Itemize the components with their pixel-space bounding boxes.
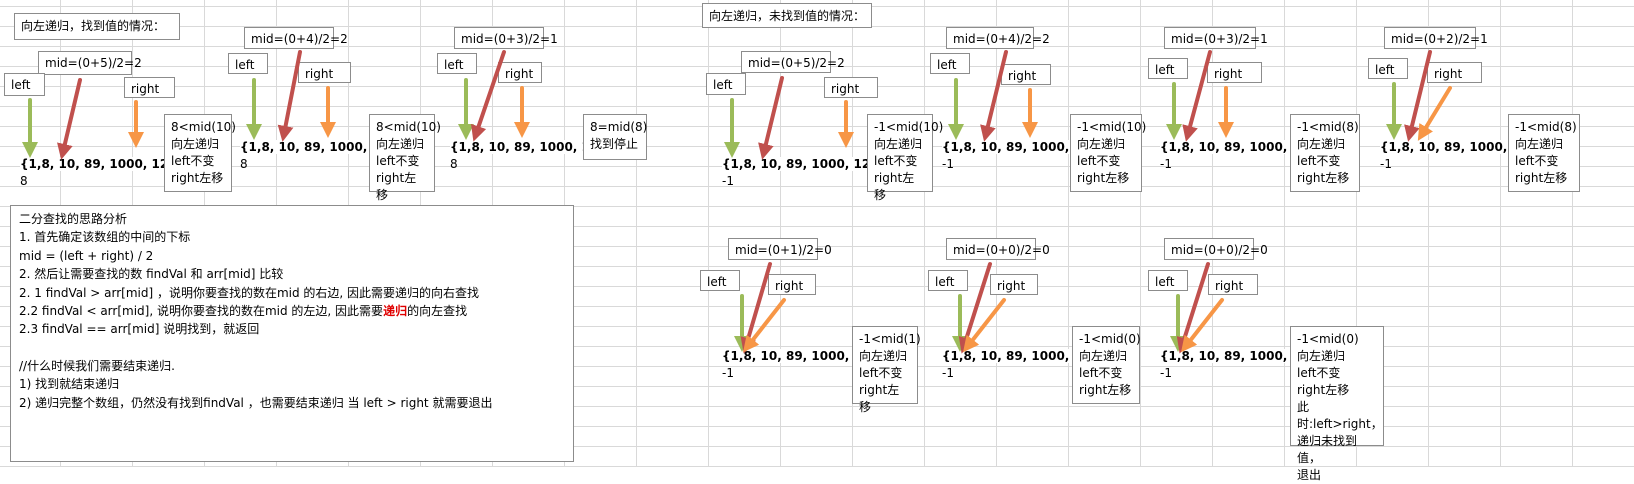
section-title-found: 向左递归，找到值的情况：	[14, 13, 180, 40]
analysis-line: 1) 找到就结束递归	[19, 377, 120, 392]
section-title-notfound: 向左递归，未找到值的情况：	[702, 3, 872, 28]
right-label: right	[824, 77, 878, 98]
right-label: right	[124, 77, 175, 98]
mid-label: mid=(0+5)/2=2	[38, 51, 142, 75]
step-note: -1<mid(0) 向左递归 left不变 right左移	[1072, 326, 1141, 404]
mid-label: mid=(0+2)/2=1	[1384, 27, 1488, 49]
left-label: left	[437, 53, 477, 74]
analysis-line: 2. 1 findVal > arr[mid] ，说明你要查找的数在mid 的右…	[19, 285, 480, 300]
mid-label: mid=(0+3)/2=1	[454, 27, 558, 49]
step-note: -1<mid(8) 向左递归 left不变 right左移	[1290, 114, 1360, 192]
analysis-line-2-2-a: 2.2 findVal < arr[mid], 说明你要查找的数在mid 的左边…	[19, 304, 384, 319]
step-note: -1<mid(1) 向左递归 left不变 right左移	[852, 326, 921, 414]
left-label: left	[1368, 58, 1408, 79]
mid-label: mid=(0+3)/2=1	[1164, 27, 1268, 49]
binary-search-analysis: 二分查找的思路分析 1. 首先确定该数组的中间的下标 mid = (left +…	[10, 205, 574, 462]
right-label: right	[990, 274, 1038, 295]
left-label: left	[928, 270, 968, 291]
analysis-line: 二分查找的思路分析	[19, 212, 128, 226]
analysis-highlight-recursion: 递归	[383, 304, 408, 319]
mid-label: mid=(0+0)/2=0	[946, 238, 1050, 260]
right-label: right	[768, 274, 816, 295]
mid-label: mid=(0+1)/2=0	[728, 238, 832, 260]
analysis-line: 1. 首先确定该数组的中间的下标	[19, 230, 191, 245]
mid-label: mid=(0+0)/2=0	[1164, 238, 1268, 260]
analysis-line: 2.3 findVal == arr[mid] 说明找到，就返回	[19, 322, 260, 337]
right-label: right	[498, 62, 542, 83]
analysis-line: //什么时候我们需要结束递归.	[19, 358, 175, 373]
analysis-line-2-2-b: 的向左查找	[407, 304, 468, 319]
left-label: left	[700, 270, 740, 291]
step-note: -1<mid(10) 向左递归 left不变 right左移	[1070, 114, 1146, 192]
step-note: -1<mid(8) 向左递归 left不变 right左移	[1508, 114, 1580, 192]
find-value: -1	[722, 366, 734, 380]
left-label: left	[1148, 270, 1188, 291]
find-value: -1	[1380, 157, 1392, 171]
mid-label: mid=(0+4)/2=2	[946, 27, 1050, 49]
step-note: 8<mid(10) 向左递归 left不变 right左移	[164, 114, 236, 192]
left-label: left	[4, 73, 45, 96]
step-note: -1<mid(10) 向左递归 left不变 right左移	[867, 114, 943, 202]
analysis-line: 2) 递归完整个数组，仍然没有找到findVal ，也需要结束递归 当 left…	[19, 395, 493, 410]
mid-label: mid=(0+4)/2=2	[244, 27, 348, 49]
step-note: -1<mid(0) 向左递归 left不变 right左移 此时:left>ri…	[1290, 326, 1384, 482]
right-label: right	[1208, 274, 1258, 295]
clipped-top-text: 3 4	[2, 0, 20, 3]
step-note: 8<mid(10) 向左递归 left不变 right左移	[369, 114, 441, 202]
find-value: -1	[942, 157, 954, 171]
analysis-line	[19, 339, 565, 357]
analysis-line: 2. 然后让需要查找的数 findVal 和 arr[mid] 比较	[19, 267, 284, 282]
left-label: left	[930, 53, 970, 74]
find-value: 8	[240, 157, 248, 171]
left-label: left	[1148, 58, 1188, 79]
find-value: 8	[20, 174, 28, 188]
find-value: -1	[722, 174, 734, 188]
find-value: -1	[1160, 157, 1172, 171]
left-label: left	[706, 73, 746, 95]
left-label: left	[228, 53, 268, 74]
find-value: 8	[450, 157, 458, 171]
right-label: right	[1207, 62, 1262, 83]
mid-label: mid=(0+5)/2=2	[741, 51, 845, 73]
find-value: -1	[1160, 366, 1172, 380]
right-label: right	[1427, 62, 1482, 83]
right-label: right	[298, 62, 351, 83]
step-note: 8=mid(8) 找到停止	[583, 114, 647, 160]
right-label: right	[1001, 64, 1051, 85]
analysis-line-2-2: 2.2 findVal < arr[mid], 说明你要查找的数在mid 的左边…	[19, 302, 565, 320]
find-value: -1	[942, 366, 954, 380]
analysis-line: mid = (left + right) / 2	[19, 248, 154, 263]
